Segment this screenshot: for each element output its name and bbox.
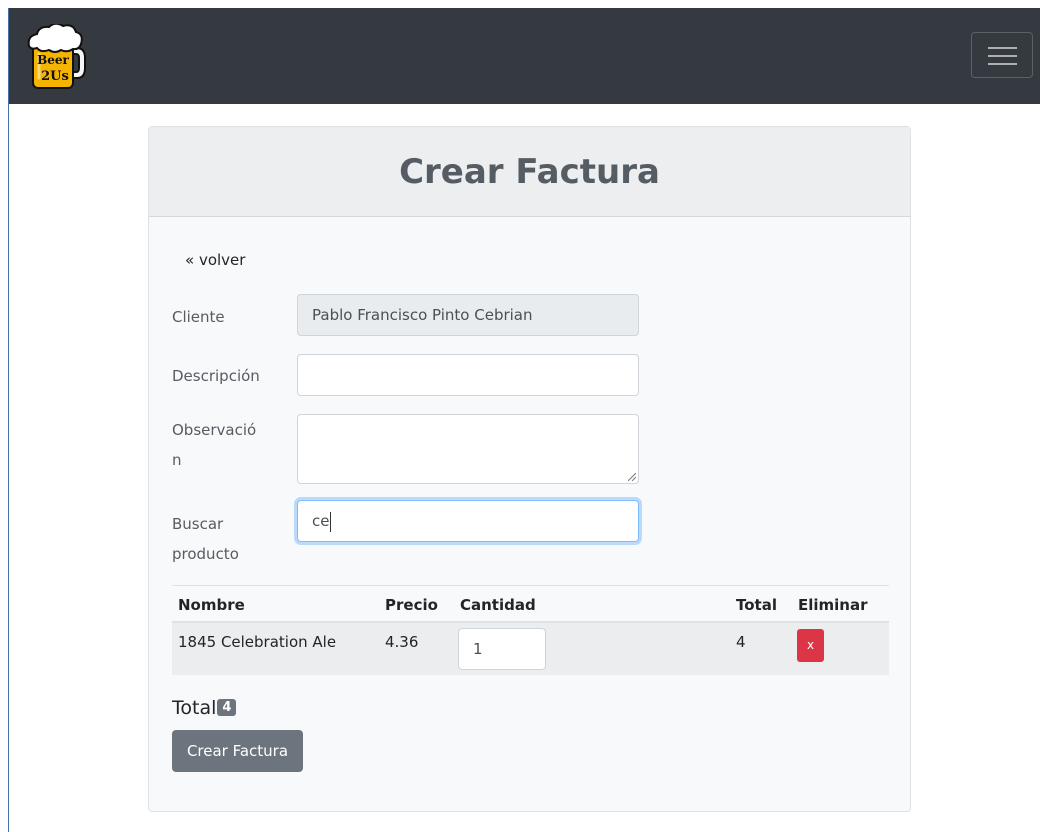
client-field[interactable]: Pablo Francisco Pinto Cebrian: [297, 294, 639, 336]
beer-logo-icon[interactable]: Beer 2Us: [25, 22, 91, 92]
description-field[interactable]: [297, 354, 639, 396]
text-caret: [330, 511, 332, 532]
product-search-value: ce: [312, 512, 330, 530]
products-table: Nombre Precio Cantidad Total Eliminar 18…: [172, 585, 889, 675]
hamburger-icon-bar: [988, 63, 1017, 65]
menu-toggle-button[interactable]: [971, 32, 1033, 78]
column-header-delete: Eliminar: [798, 596, 868, 614]
hamburger-icon: [988, 47, 1017, 49]
total-badge: 4: [217, 699, 237, 716]
page-title: Crear Factura: [399, 152, 660, 192]
hamburger-icon-bar: [988, 55, 1017, 57]
table-row: 1845 Celebration Ale 4.36 1 4 x: [172, 623, 889, 675]
card-header: Crear Factura: [149, 127, 910, 217]
search-label: Buscar producto: [172, 509, 272, 569]
observation-textarea[interactable]: [297, 414, 639, 484]
svg-text:Beer: Beer: [37, 53, 69, 67]
create-invoice-button[interactable]: Crear Factura: [172, 730, 303, 772]
delete-row-button[interactable]: x: [797, 629, 824, 662]
column-header-price: Precio: [385, 596, 438, 614]
search-label-line1: Buscar: [172, 515, 224, 533]
product-search-input[interactable]: ce: [297, 500, 639, 542]
back-link[interactable]: « volver: [185, 251, 245, 269]
observation-label-line1: Observació: [172, 421, 257, 439]
observation-label-line2: n: [172, 451, 182, 469]
column-header-quantity: Cantidad: [460, 596, 536, 614]
total-label: Total: [172, 697, 217, 719]
description-label: Descripción: [172, 367, 260, 385]
product-name-cell: 1845 Celebration Ale: [178, 633, 337, 651]
client-label: Cliente: [172, 308, 225, 326]
svg-text:2Us: 2Us: [41, 69, 69, 84]
product-price-cell: 4.36: [385, 633, 419, 651]
invoice-card: Crear Factura « volver Cliente Pablo Fra…: [148, 126, 911, 812]
table-header: Nombre Precio Cantidad Total Eliminar: [172, 585, 889, 623]
resize-handle-icon[interactable]: [628, 473, 636, 481]
quantity-input[interactable]: 1: [458, 628, 546, 670]
navbar: Beer 2Us: [9, 8, 1040, 104]
search-label-line2: producto: [172, 545, 239, 563]
product-total-cell: 4: [736, 633, 746, 651]
column-header-total: Total: [736, 596, 777, 614]
column-header-name: Nombre: [178, 596, 245, 614]
window-edge: [8, 8, 9, 832]
invoice-total: Total 4: [172, 697, 237, 719]
observation-label: Observació n: [172, 415, 272, 475]
